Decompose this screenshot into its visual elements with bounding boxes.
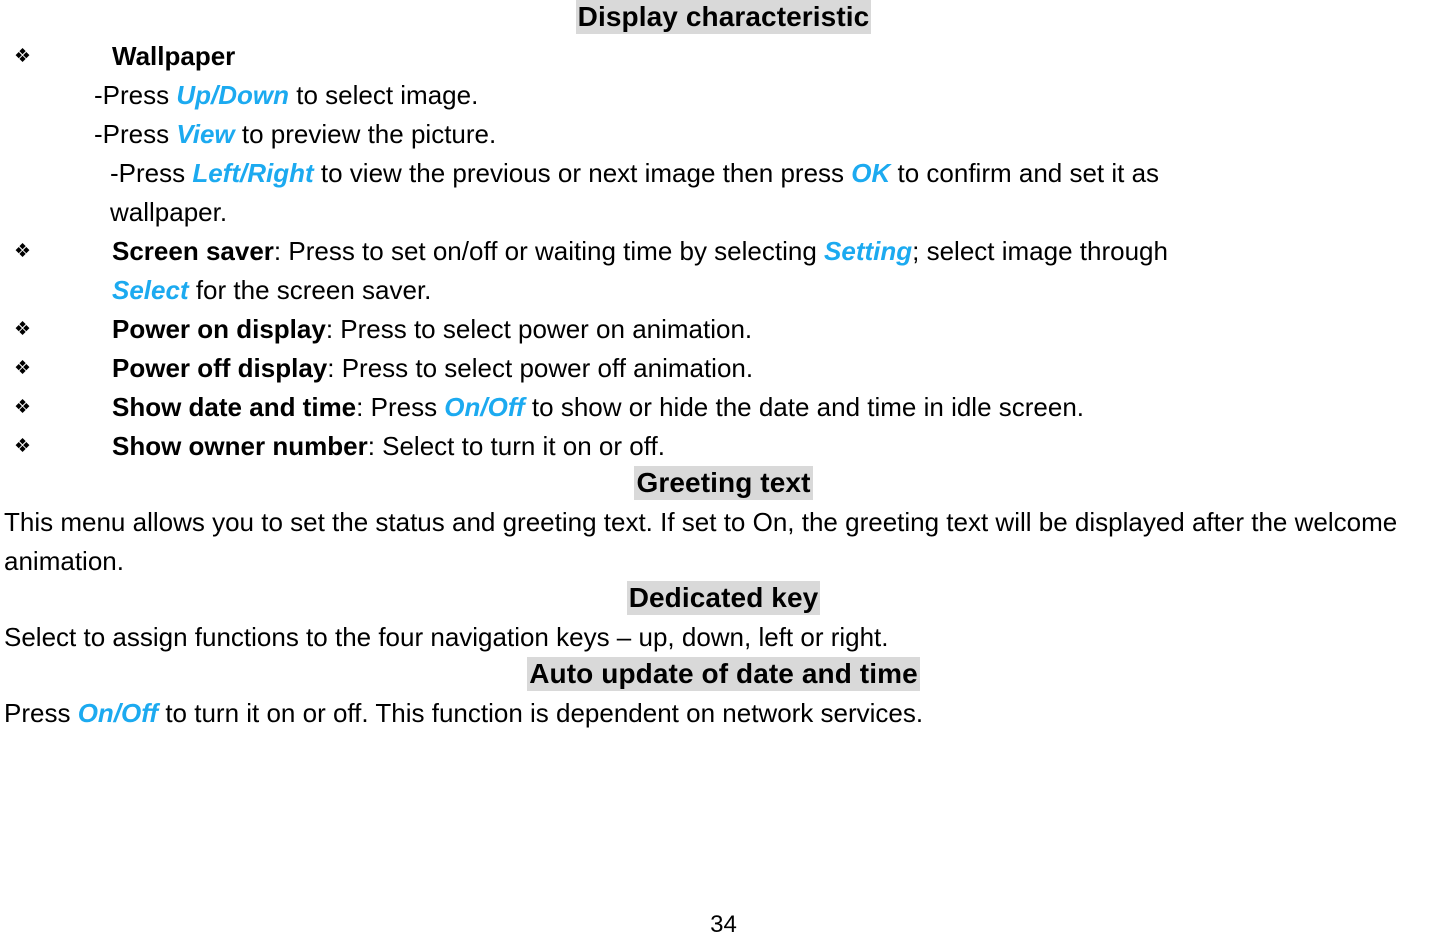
term-show-owner-number: Show owner number xyxy=(112,431,368,461)
bullet-item-screen-saver-body: Screen saver: Press to set on/off or wai… xyxy=(112,232,1443,271)
key-setting: Setting xyxy=(824,236,913,266)
show-owner-number-text: : Select to turn it on or off. xyxy=(367,431,665,461)
wallpaper-line2-prefix: -Press xyxy=(94,119,177,149)
section-heading-display-characteristic-text: Display characteristic xyxy=(575,0,872,34)
auto-update-text-2: to turn it on or off. This function is d… xyxy=(158,698,924,728)
bullet-item-power-on-display: ❖ Power on display: Press to select powe… xyxy=(4,310,1443,349)
bullet-item-show-owner-number-body: Show owner number: Select to turn it on … xyxy=(112,427,1443,466)
diamond-bullet-icon: ❖ xyxy=(14,319,32,340)
diamond-bullet-icon: ❖ xyxy=(14,358,32,379)
wallpaper-line3-middle: to view the previous or next image then … xyxy=(313,158,852,188)
key-left-right: Left/Right xyxy=(192,158,314,188)
wallpaper-line3-prefix: -Press xyxy=(110,158,193,188)
paragraph-dedicated-key: Select to assign functions to the four n… xyxy=(4,622,889,652)
term-screen-saver: Screen saver xyxy=(112,236,274,266)
bullet-item-power-on-display-body: Power on display: Press to select power … xyxy=(112,310,1443,349)
key-on-off: On/Off xyxy=(444,392,525,422)
key-select: Select xyxy=(112,275,189,305)
section-heading-dedicated-key: Dedicated key xyxy=(4,581,1443,615)
screen-saver-continuation: Select for the screen saver. xyxy=(4,271,1443,310)
wallpaper-sub-line-1: -Press Up/Down to select image. xyxy=(4,76,1443,115)
wallpaper-sub-line-3: -Press Left/Right to view the previous o… xyxy=(4,154,1443,193)
screen-saver-text-1: : Press to set on/off or waiting time by… xyxy=(273,236,825,266)
paragraph-auto-update: Press On/Off to turn it on or off. This … xyxy=(4,694,1443,733)
diamond-bullet-icon: ❖ xyxy=(14,241,32,262)
section-heading-display-characteristic: Display characteristic xyxy=(4,0,1443,34)
wallpaper-line2-suffix: to preview the picture. xyxy=(234,119,497,149)
bullet-item-wallpaper-body: Wallpaper xyxy=(112,37,1443,76)
key-up-down: Up/Down xyxy=(176,80,289,110)
document-page: Display characteristic ❖ Wallpaper -Pres… xyxy=(0,0,1447,947)
section-heading-auto-update: Auto update of date and time xyxy=(4,657,1443,691)
bullet-item-power-off-display: ❖ Power off display: Press to select pow… xyxy=(4,349,1443,388)
paragraph-greeting-text: This menu allows you to set the status a… xyxy=(4,507,1398,576)
term-power-on-display: Power on display xyxy=(112,314,326,344)
auto-update-text-1: Press xyxy=(4,698,78,728)
section-heading-auto-update-text: Auto update of date and time xyxy=(527,657,920,691)
key-ok: OK xyxy=(851,158,891,188)
wallpaper-sub-line-4: wallpaper. xyxy=(110,197,228,227)
power-off-display-text: : Press to select power off animation. xyxy=(327,353,754,383)
section-heading-greeting-text: Greeting text xyxy=(4,466,1443,500)
key-view: View xyxy=(176,119,235,149)
screen-saver-text-2: ; select image through xyxy=(912,236,1168,266)
wallpaper-line1-prefix: -Press xyxy=(94,80,177,110)
bullet-item-show-owner-number: ❖ Show owner number: Select to turn it o… xyxy=(4,427,1443,466)
term-show-date-and-time: Show date and time xyxy=(112,392,357,422)
show-date-and-time-text-1: : Press xyxy=(356,392,445,422)
wallpaper-line1-suffix: to select image. xyxy=(289,80,479,110)
term-wallpaper: Wallpaper xyxy=(112,41,236,71)
bullet-item-power-off-display-body: Power off display: Press to select power… xyxy=(112,349,1443,388)
wallpaper-line3-suffix: to confirm and set it as xyxy=(890,158,1160,188)
screen-saver-text-3: for the screen saver. xyxy=(188,275,432,305)
bullet-item-show-date-and-time-body: Show date and time: Press On/Off to show… xyxy=(112,388,1443,427)
diamond-bullet-icon: ❖ xyxy=(14,46,32,67)
bullet-item-wallpaper: ❖ Wallpaper xyxy=(4,37,1443,76)
diamond-bullet-icon: ❖ xyxy=(14,397,32,418)
term-power-off-display: Power off display xyxy=(112,353,328,383)
wallpaper-sub-line-2: -Press View to preview the picture. xyxy=(4,115,1443,154)
bullet-item-show-date-and-time: ❖ Show date and time: Press On/Off to sh… xyxy=(4,388,1443,427)
page-number: 34 xyxy=(710,911,737,938)
diamond-bullet-icon: ❖ xyxy=(14,436,32,457)
key-on-off: On/Off xyxy=(77,698,159,728)
section-heading-dedicated-key-text: Dedicated key xyxy=(626,581,821,615)
power-on-display-text: : Press to select power on animation. xyxy=(325,314,753,344)
section-heading-greeting-text-text: Greeting text xyxy=(634,466,813,500)
bullet-item-screen-saver: ❖ Screen saver: Press to set on/off or w… xyxy=(4,232,1443,271)
show-date-and-time-text-2: to show or hide the date and time in idl… xyxy=(524,392,1085,422)
